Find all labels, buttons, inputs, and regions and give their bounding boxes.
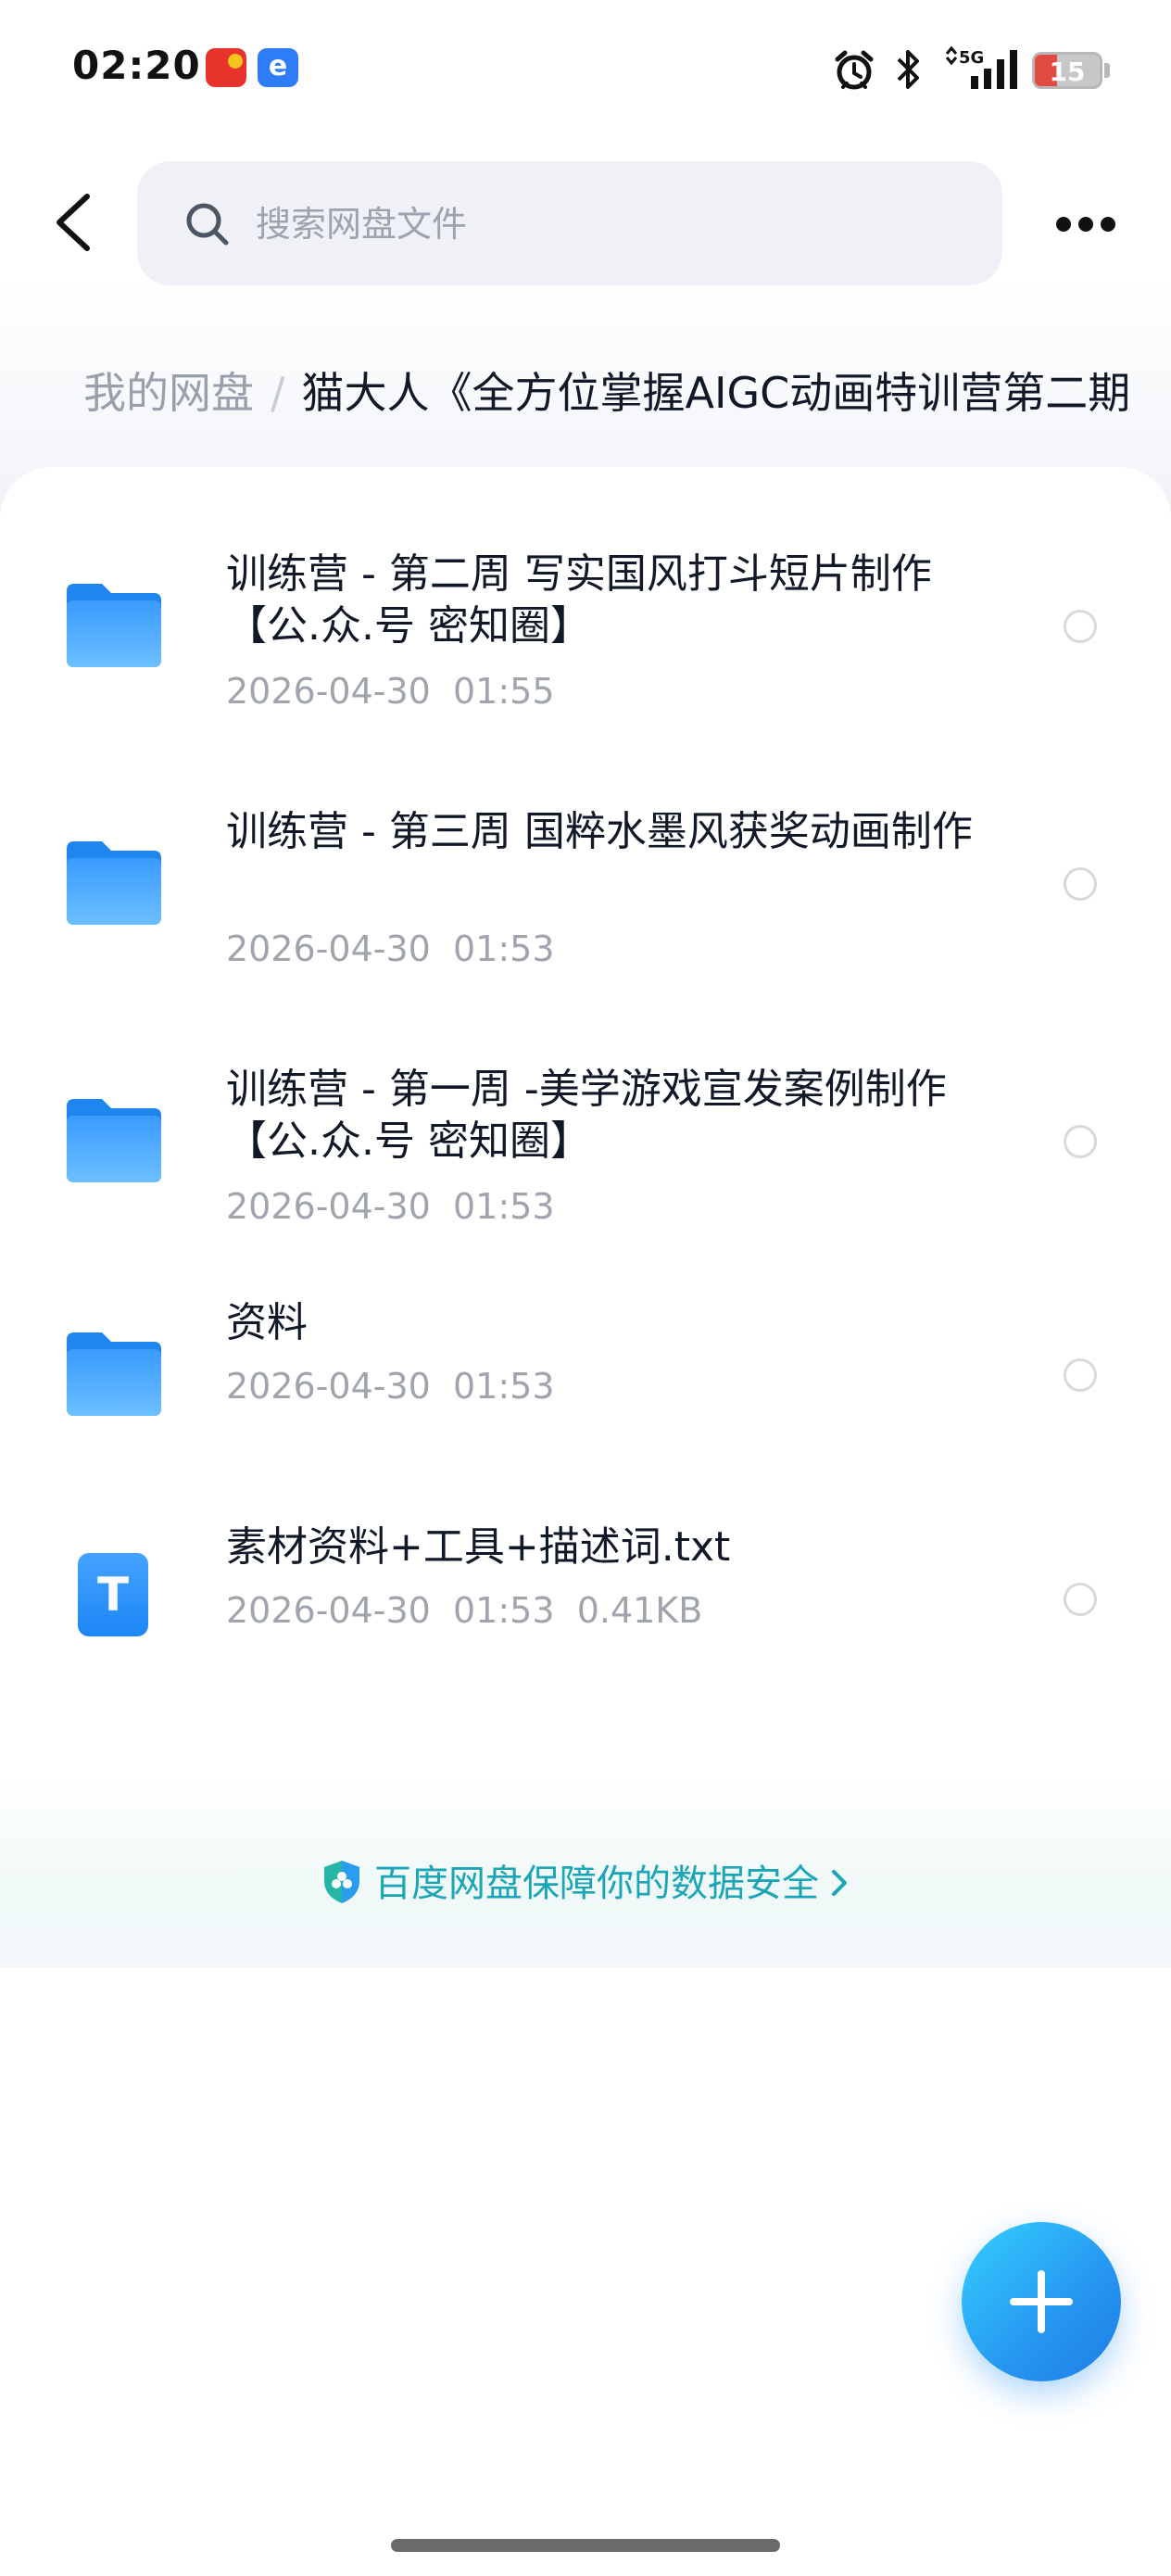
file-name: 素材资料+工具+描述词.txt [226, 1523, 731, 1571]
select-radio[interactable] [1064, 1358, 1097, 1392]
file-name: 资料 [226, 1299, 308, 1346]
file-name: 训练营 - 第一周 -美学游戏宣发案例制作【公.众.号 密知圈】 [226, 1066, 947, 1165]
back-arrow-icon [57, 194, 90, 251]
add-button[interactable] [962, 2222, 1121, 2381]
select-radio[interactable] [1064, 867, 1097, 901]
search-icon [186, 203, 229, 246]
signal-icon: 5G [945, 45, 1017, 89]
alarm-icon [835, 50, 874, 90]
folder-icon [67, 1332, 161, 1416]
file-row[interactable]: 训练营 - 第二周 写实国风打斗短片制作【公.众.号 密知圈】 2026-04-… [0, 523, 1171, 745]
file-meta: 2026-04-30 01:53 0.41KB [226, 1590, 702, 1631]
select-radio[interactable] [1064, 1125, 1097, 1158]
battery-icon: 15 [1032, 52, 1102, 89]
select-radio[interactable] [1064, 1583, 1097, 1616]
more-options-button[interactable] [1047, 206, 1125, 243]
folder-icon [67, 841, 161, 925]
file-list: 训练营 - 第二周 写实国风打斗短片制作【公.众.号 密知圈】 2026-04-… [0, 467, 1171, 1968]
home-indicator[interactable] [391, 2539, 780, 2552]
security-link[interactable]: 百度网盘保障你的数据安全 [0, 1853, 1171, 1907]
network-label: 5G [959, 48, 984, 68]
file-row[interactable]: 资料 2026-04-30 01:53 [0, 1299, 1171, 1486]
back-button[interactable] [43, 183, 102, 261]
file-name: 训练营 - 第二周 写实国风打斗短片制作【公.众.号 密知圈】 [226, 550, 932, 650]
file-size: 0.41KB [576, 1590, 703, 1631]
file-date: 2026-04-30 01:53 [226, 1186, 555, 1227]
status-time: 02:20 [72, 43, 201, 88]
file-date: 2026-04-30 01:53 [226, 1590, 555, 1631]
notification-app-icon [206, 48, 246, 87]
file-date: 2026-04-30 01:53 [226, 1366, 555, 1407]
battery-level: 15 [1049, 57, 1086, 87]
shield-icon [324, 1861, 359, 1903]
search-bar[interactable] [137, 161, 1002, 285]
folder-icon [67, 1099, 161, 1182]
security-text: 百度网盘保障你的数据安全 [374, 1863, 819, 1905]
breadcrumb-current: 猫大人《全方位掌握AIGC动画特训营第二期 [301, 368, 1131, 418]
battery-tip [1104, 63, 1110, 78]
search-input[interactable] [256, 200, 904, 248]
folder-icon [67, 584, 161, 667]
file-row[interactable]: T 素材资料+工具+描述词.txt 2026-04-30 01:53 0.41K… [0, 1520, 1171, 1705]
select-radio[interactable] [1064, 610, 1097, 643]
breadcrumb: 我的网盘 / 猫大人《全方位掌握AIGC动画特训营第二期 [83, 360, 1171, 424]
file-date: 2026-04-30 01:55 [226, 671, 555, 712]
breadcrumb-separator: / [271, 368, 285, 418]
breadcrumb-root[interactable]: 我的网盘 [83, 368, 254, 418]
text-file-icon: T [78, 1553, 148, 1636]
file-name: 训练营 - 第三周 国粹水墨风获奖动画制作 [226, 808, 973, 855]
notification-browser-icon: e [258, 48, 298, 87]
file-row[interactable]: 训练营 - 第三周 国粹水墨风获奖动画制作 2026-04-30 01:53 [0, 782, 1171, 1004]
file-row[interactable]: 训练营 - 第一周 -美学游戏宣发案例制作【公.众.号 密知圈】 2026-04… [0, 1040, 1171, 1262]
status-bar: 02:20 e 5G 15 [0, 0, 1171, 139]
file-date: 2026-04-30 01:53 [226, 928, 555, 969]
chevron-right-icon [832, 1870, 847, 1896]
bluetooth-icon [897, 50, 919, 89]
